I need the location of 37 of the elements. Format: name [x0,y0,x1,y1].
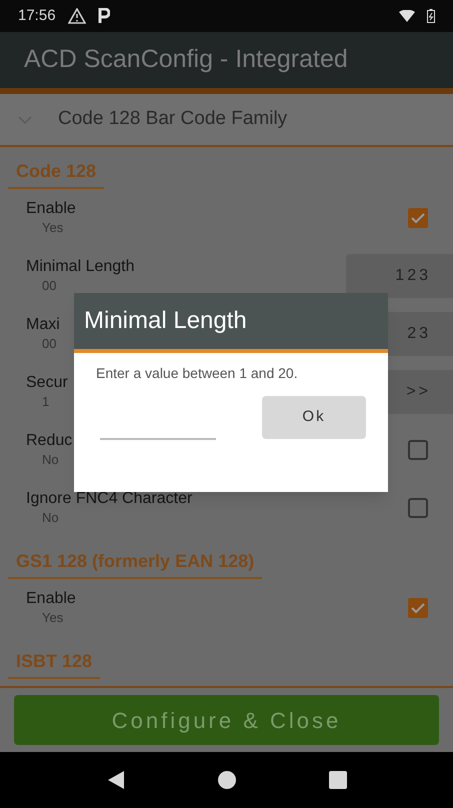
value-field[interactable]: 123 [346,254,453,298]
ok-button[interactable]: Ok [262,396,366,439]
home-icon[interactable] [218,771,236,789]
setting-value: 00 [41,335,58,353]
parking-icon [98,8,110,24]
setting-label: Enable [26,589,76,609]
family-header[interactable]: Code 128 Bar Code Family [0,94,453,147]
setting-label: Reduc [26,431,72,451]
configure-button[interactable]: Configure & Close [14,695,439,745]
section-title: GS1 128 (formerly EAN 128) [8,548,262,579]
setting-value: Yes [41,219,64,237]
family-label: Code 128 Bar Code Family [58,107,288,132]
section-title: ISBT 128 [8,648,100,679]
dialog-message: Enter a value between 1 and 20. [95,364,299,383]
setting-label: Maxi [26,315,60,335]
setting-value: No [41,509,60,527]
app-title: ACD ScanConfig - Integrated [24,44,348,76]
battery-icon [427,9,435,23]
setting-value: No [41,451,60,469]
setting-label: Ignore FNC4 Character [26,489,192,509]
setting-label: Minimal Length [26,257,134,277]
setting-label: Secur [26,373,68,393]
setting-value: 00 [41,277,58,295]
setting-label: Enable [26,199,76,219]
warning-icon [68,8,86,24]
checkbox[interactable] [407,207,429,229]
back-icon[interactable] [106,770,124,790]
dialog-title: Minimal Length [84,306,247,336]
checkbox[interactable] [407,597,429,619]
setting-value: 1 [41,393,50,411]
status-time: 17:56 [18,6,56,26]
wifi-icon [399,10,415,22]
setting-value: Yes [41,609,64,627]
section-title: Code 128 [8,158,104,189]
checkbox[interactable] [407,497,429,519]
recents-icon[interactable] [328,771,346,789]
checkbox[interactable] [407,439,429,461]
